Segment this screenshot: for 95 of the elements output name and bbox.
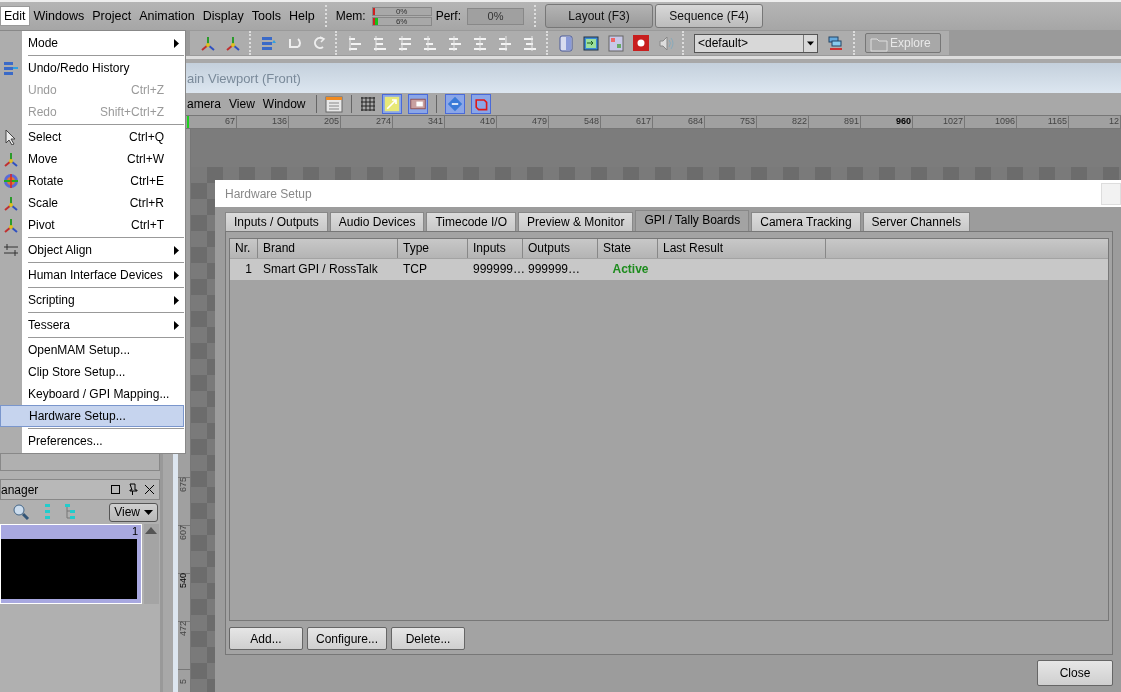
column-header[interactable]: State [598,239,658,258]
diamond-icon[interactable] [444,94,465,114]
status-text: Active [611,261,650,278]
memory-label: Mem: [335,9,366,23]
grid-icon[interactable] [359,96,376,112]
tab[interactable]: Audio Devices [329,212,425,231]
dialog-button[interactable]: Delete... [391,627,466,650]
door-icon[interactable] [558,34,574,52]
column-header[interactable]: Outputs [523,239,598,258]
tab[interactable]: GPI / Tally Boards [635,210,750,231]
shortcut-label: Ctrl+Q [129,130,164,144]
column-header[interactable]: Last Result [658,239,826,258]
redo-icon[interactable] [311,35,327,51]
axis-icon[interactable] [200,35,216,51]
undo-icon[interactable] [286,35,302,51]
menu-item[interactable]: Edit [0,6,30,26]
table-cell-text: Smart GPI / RossTalk [262,261,379,278]
column-header[interactable]: Brand [258,239,398,258]
axis-icon[interactable] [225,35,241,51]
menu-item[interactable]: Mode [0,32,185,54]
align-icon[interactable] [522,34,538,52]
arrow-icon[interactable] [381,94,402,114]
up-arrow-icon[interactable] [144,525,158,535]
shortcut-label: Ctrl+Z [131,83,164,97]
close-button[interactable]: Close [1037,660,1113,686]
menu-item[interactable]: Project [88,6,136,26]
column-header[interactable]: Type [398,239,468,258]
table-cell-text: 999999… [472,261,523,278]
table-row[interactable]: 1 Smart GPI / RossTalk TCP 999999… 999999… Active [230,259,1108,280]
shortcut-label: Ctrl+R [129,196,164,210]
panel-icon[interactable] [324,95,343,113]
memory-meter: 6% [371,16,432,26]
align-icon[interactable] [372,34,388,52]
import-icon[interactable] [583,34,599,52]
preset-dropdown[interactable]: <default> [694,33,818,53]
search-icon[interactable] [12,503,30,521]
film-icon[interactable] [407,94,428,114]
menu-item[interactable]: Tools [247,6,285,26]
stack-icon[interactable] [827,34,845,52]
column-header[interactable]: Nr. [230,239,258,258]
align-icon [3,242,19,258]
align-icon[interactable] [422,34,438,52]
align-icon[interactable] [447,34,463,52]
axis-icon [3,151,19,167]
memory-meter: 0% [371,6,432,16]
scrollbar[interactable] [144,524,159,604]
menu-item[interactable]: Hardware Setup... [0,405,184,427]
grid-icon[interactable] [608,34,624,52]
menu-item[interactable]: View [229,97,255,111]
list-header: 1 [130,525,139,539]
tab[interactable]: Preview & Monitor [518,212,634,231]
align-icon[interactable] [397,34,413,52]
tab[interactable]: Inputs / Outputs [225,212,328,231]
shortcut-label: Ctrl+E [130,174,164,188]
axis-icon [3,217,19,233]
view-button[interactable]: View [109,502,158,522]
menu-item[interactable]: Help [284,6,319,26]
shortcut-label: Shift+Ctrl+Z [99,105,164,119]
tab[interactable]: Server Channels [862,212,970,231]
menu-item[interactable]: Animation [135,6,199,26]
mode-button[interactable]: Sequence (F4) [655,4,763,28]
column-header[interactable]: Inputs [468,239,523,258]
tab[interactable]: Timecode I/O [426,212,516,231]
list-icon[interactable] [261,35,277,51]
rotate-icon [3,173,19,189]
speaker-icon[interactable] [658,34,674,52]
menu-item[interactable]: amera [187,97,221,111]
table-cell-text: 999999… [527,261,582,278]
hierarchy-icon[interactable] [64,503,76,521]
align-icon[interactable] [347,34,363,52]
perf-label: Perf: [435,9,461,23]
align-icon[interactable] [497,34,513,52]
shortcut-label: Ctrl+T [131,218,164,232]
shortcut-label: Ctrl+W [127,152,164,166]
menu-item[interactable]: Display [198,6,248,26]
pin-icon[interactable] [127,483,138,496]
panel-title: anager [1,482,39,497]
cube-icon[interactable] [470,94,491,114]
table-cell-text: TCP [402,261,428,278]
close-icon[interactable] [144,484,155,495]
history-icon [3,60,19,76]
record-icon[interactable] [633,35,649,51]
align-icon[interactable] [472,34,488,52]
dialog-button[interactable]: Add... [229,627,303,650]
axis-icon [3,195,19,211]
dialog-title: Hardware Setup [224,186,312,201]
tab[interactable]: Camera Tracking [751,212,861,231]
caret-icon [144,508,153,516]
mode-button[interactable]: Layout (F3) [545,4,653,28]
menu-item[interactable]: Windows [29,6,89,26]
table-cell-text: 1 [244,261,253,278]
menu-item[interactable]: Window [262,97,306,111]
perf-meter: 0% [467,7,524,25]
dialog-button[interactable]: Configure... [307,627,388,650]
maximize-icon[interactable] [110,484,121,495]
